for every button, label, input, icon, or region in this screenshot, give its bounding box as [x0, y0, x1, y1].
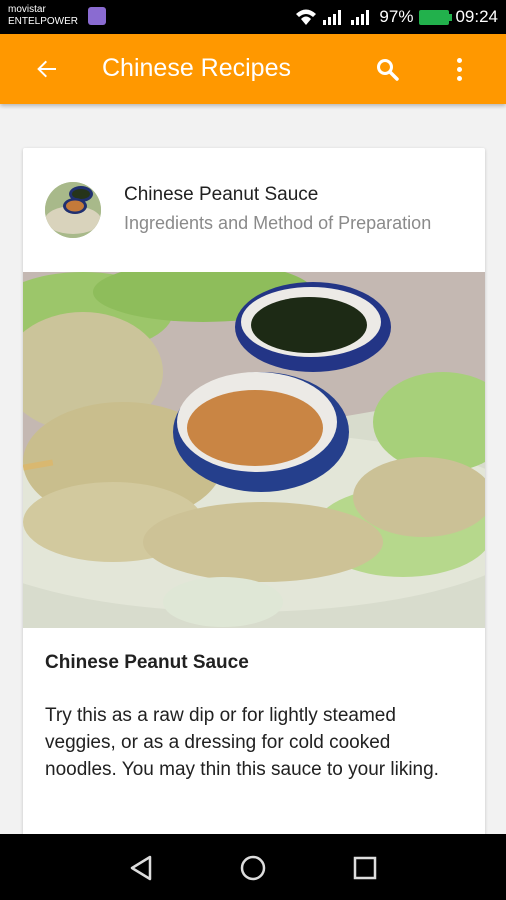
nav-back-icon	[130, 855, 152, 881]
back-button[interactable]	[28, 50, 66, 88]
notification-icon	[88, 7, 106, 25]
arrow-left-icon	[37, 60, 56, 78]
status-indicators: 97% 09:24	[295, 0, 498, 34]
nav-recents-icon	[353, 856, 377, 880]
app-bar: Chinese Recipes	[0, 34, 506, 104]
search-button[interactable]	[370, 52, 406, 88]
battery-icon	[419, 9, 453, 25]
recipe-photo	[23, 272, 485, 628]
clock: 09:24	[455, 7, 498, 26]
status-bar: movistar ENTELPOWER 97% 09:24	[0, 0, 506, 34]
more-dot	[456, 75, 462, 81]
search-icon	[377, 59, 399, 81]
wifi-icon	[296, 9, 317, 25]
content-area[interactable]: Chinese Peanut Sauce Ingredients and Met…	[0, 104, 506, 834]
nav-home-button[interactable]	[233, 848, 273, 888]
recipe-subtitle: Ingredients and Method of Preparation	[124, 213, 432, 233]
navigation-bar	[0, 834, 506, 900]
nav-back-button[interactable]	[122, 848, 162, 888]
carrier-label: movistar ENTELPOWER	[8, 4, 78, 28]
more-dot	[456, 66, 462, 72]
page-title: Chinese Recipes	[102, 54, 291, 82]
carrier-sub: ENTELPOWER	[8, 16, 79, 27]
more-vertical-icon	[456, 57, 462, 63]
signal-icon-2	[351, 10, 370, 25]
more-options-button[interactable]	[444, 50, 474, 88]
battery-percent: 97%	[379, 7, 414, 26]
nav-home-icon	[240, 855, 266, 881]
signal-icon	[323, 10, 342, 25]
recipe-card[interactable]: Chinese Peanut Sauce Ingredients and Met…	[23, 148, 485, 834]
carrier-name: movistar	[8, 4, 46, 15]
nav-recents-button[interactable]	[345, 848, 385, 888]
recipe-title: Chinese Peanut Sauce	[124, 184, 319, 205]
body-title: Chinese Peanut Sauce	[45, 652, 249, 673]
recipe-description: Try this as a raw dip or for lightly ste…	[45, 705, 439, 780]
recipe-thumbnail	[45, 182, 101, 238]
